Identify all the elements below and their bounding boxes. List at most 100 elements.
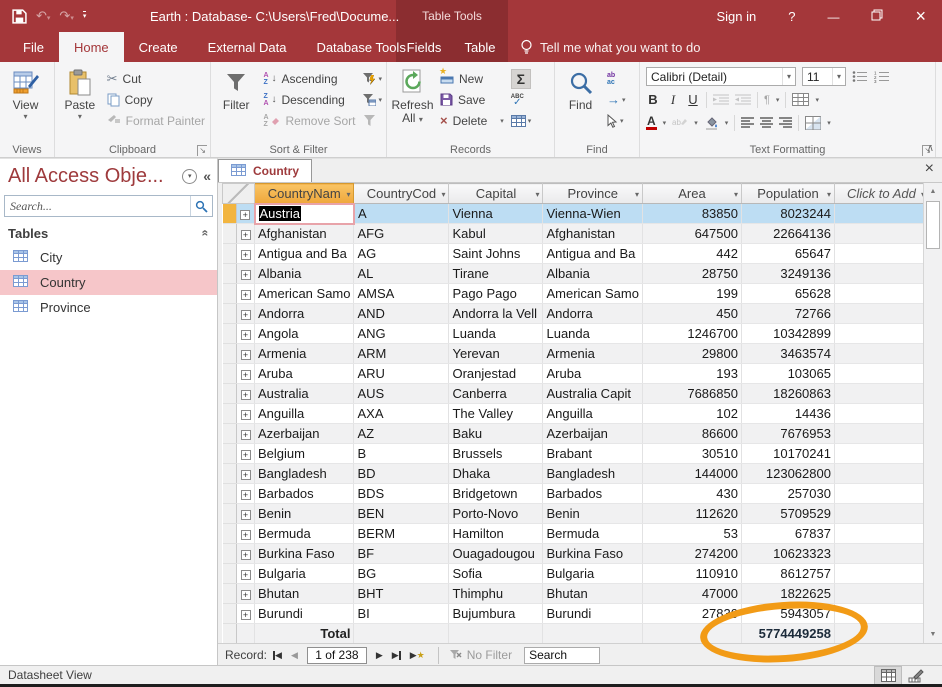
cell-countrycode[interactable]: ANG (354, 324, 449, 344)
expand-row-cell[interactable] (237, 444, 255, 464)
expand-row-cell[interactable] (237, 364, 255, 384)
minimize-button[interactable] (811, 8, 855, 24)
record-selector[interactable] (223, 444, 237, 464)
expand-plus-icon[interactable] (241, 530, 251, 540)
total-cell[interactable] (834, 624, 928, 644)
record-search-box[interactable]: Search (524, 647, 600, 664)
tab-home[interactable]: Home (59, 32, 124, 62)
cell-capital[interactable]: Ouagadougou (449, 544, 543, 564)
tab-file[interactable]: File (8, 32, 59, 62)
cell-area[interactable]: 53 (642, 524, 741, 544)
column-header-population[interactable]: Population (741, 184, 834, 204)
cell-countryname[interactable]: Andorra (255, 304, 354, 324)
cell-click-to-add[interactable] (834, 524, 928, 544)
delete-record-button[interactable]: Delete (436, 110, 508, 131)
spelling-button[interactable]: ABC (508, 89, 535, 110)
cell-countrycode[interactable]: A (354, 204, 449, 224)
cell-click-to-add[interactable] (834, 264, 928, 284)
expand-row-cell[interactable] (237, 224, 255, 244)
cell-countrycode[interactable]: B (354, 444, 449, 464)
record-selector[interactable] (223, 544, 237, 564)
selection-button[interactable] (359, 68, 385, 89)
previous-record-button[interactable] (288, 647, 301, 663)
sidebar-item-country[interactable]: Country (0, 270, 217, 295)
sidebar-item-province[interactable]: Province (0, 295, 217, 320)
cell-population[interactable]: 10342899 (741, 324, 834, 344)
undo-dropdown-icon[interactable] (47, 15, 51, 22)
province-filter-icon[interactable] (635, 190, 639, 199)
total-cell[interactable] (642, 624, 741, 644)
expand-plus-icon[interactable] (241, 390, 251, 400)
cell-province[interactable]: Anguilla (543, 404, 642, 424)
alternate-row-color-dropdown-icon[interactable] (827, 119, 831, 127)
expand-plus-icon[interactable] (241, 450, 251, 460)
expand-row-cell[interactable] (237, 564, 255, 584)
numbering-icon[interactable]: 123 (874, 70, 890, 83)
expand-row-cell[interactable] (237, 504, 255, 524)
undo-button[interactable] (36, 8, 50, 24)
capital-filter-icon[interactable] (535, 190, 539, 199)
expand-row-cell[interactable] (237, 344, 255, 364)
expand-row-cell[interactable] (237, 204, 255, 224)
column-header-countryname[interactable]: CountryNam (255, 184, 354, 204)
cell-countrycode[interactable]: AMSA (354, 284, 449, 304)
cell-capital[interactable]: Kabul (449, 224, 543, 244)
close-document-icon[interactable] (925, 161, 934, 177)
customize-qat-icon[interactable] (83, 11, 87, 21)
record-selector[interactable] (223, 284, 237, 304)
view-button[interactable]: View (2, 64, 49, 143)
cell-province[interactable]: Andorra (543, 304, 642, 324)
copy-button[interactable]: Copy (103, 89, 209, 110)
column-header-countrycode[interactable]: CountryCod (354, 184, 449, 204)
cell-province[interactable]: American Samo (543, 284, 642, 304)
cell-capital[interactable]: Luanda (449, 324, 543, 344)
cell-capital[interactable]: Thimphu (449, 584, 543, 604)
expand-plus-icon[interactable] (241, 510, 251, 520)
cell-area[interactable]: 193 (642, 364, 741, 384)
cell-click-to-add[interactable] (834, 484, 928, 504)
cell-capital[interactable]: Yerevan (449, 344, 543, 364)
expand-plus-icon[interactable] (241, 310, 251, 320)
paste-dropdown-icon[interactable] (78, 112, 82, 121)
datasheet-view-button[interactable] (874, 666, 902, 685)
advanced-filter-button[interactable] (359, 89, 385, 110)
indent-increase-icon[interactable] (713, 94, 729, 105)
cell-capital[interactable]: Dhaka (449, 464, 543, 484)
cell-click-to-add[interactable] (834, 444, 928, 464)
expand-plus-icon[interactable] (241, 590, 251, 600)
refresh-all-button[interactable]: Refresh All (389, 64, 436, 143)
record-selector[interactable] (223, 384, 237, 404)
cell-countrycode[interactable]: BI (354, 604, 449, 624)
record-selector[interactable] (223, 464, 237, 484)
cell-population[interactable]: 8023244 (741, 204, 834, 224)
advanced-filter-dropdown-icon[interactable] (378, 96, 382, 104)
format-painter-button[interactable]: Format Painter (103, 110, 209, 131)
cell-countrycode[interactable]: BHT (354, 584, 449, 604)
cell-countryname[interactable]: Australia (255, 384, 354, 404)
save-record-button[interactable]: Save (436, 89, 508, 110)
cell-countryname[interactable]: American Samo (255, 284, 354, 304)
cell-area[interactable]: 274200 (642, 544, 741, 564)
cell-click-to-add[interactable] (834, 564, 928, 584)
total-cell[interactable] (449, 624, 543, 644)
align-right-icon[interactable] (779, 117, 792, 128)
cell-area[interactable]: 647500 (642, 224, 741, 244)
cell-capital[interactable]: Vienna (449, 204, 543, 224)
cell-countryname[interactable]: Armenia (255, 344, 354, 364)
vertical-scrollbar[interactable] (923, 183, 942, 643)
expand-row-cell[interactable] (237, 604, 255, 624)
font-color-button[interactable] (646, 115, 657, 130)
expand-row-cell[interactable] (237, 544, 255, 564)
sign-in-button[interactable]: Sign in (701, 9, 773, 24)
cell-area[interactable]: 30510 (642, 444, 741, 464)
cell-click-to-add[interactable] (834, 204, 928, 224)
cell-countryname[interactable]: Austria (255, 204, 354, 224)
cell-click-to-add[interactable] (834, 604, 928, 624)
cell-countrycode[interactable]: BDS (354, 484, 449, 504)
cell-countrycode[interactable]: BEN (354, 504, 449, 524)
paste-button[interactable]: Paste (57, 64, 103, 143)
highlight-color-dropdown-icon[interactable] (694, 119, 698, 127)
font-name-combo[interactable]: Calibri (Detail) (646, 67, 796, 86)
cell-population[interactable]: 10623323 (741, 544, 834, 564)
totals-button[interactable] (508, 68, 535, 89)
